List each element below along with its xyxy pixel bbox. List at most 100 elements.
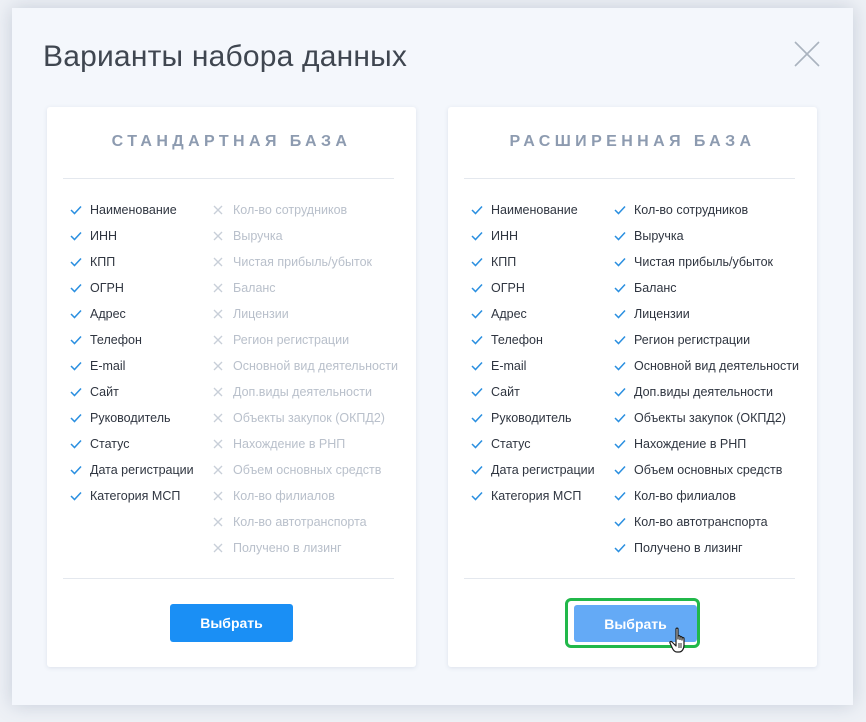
card-title: РАСШИРЕННАЯ БАЗА	[509, 133, 756, 150]
cross-icon	[213, 254, 233, 270]
feature-label: E-mail	[491, 359, 527, 373]
feature-item: Наименование	[471, 202, 595, 228]
check-icon	[614, 514, 634, 530]
feature-label: Доп.виды деятельности	[233, 385, 372, 399]
feature-label: ИНН	[90, 229, 118, 243]
check-icon	[471, 410, 491, 426]
feature-label: Кол-во автотранспорта	[634, 515, 768, 529]
check-icon	[614, 384, 634, 400]
check-icon	[614, 358, 634, 374]
feature-label: Получено в лизинг	[634, 541, 743, 555]
feature-label: Выручка	[233, 229, 283, 243]
feature-item: Кол-во филиалов	[614, 488, 799, 514]
feature-item: Сайт	[471, 384, 595, 410]
check-icon	[70, 202, 90, 218]
cross-icon	[213, 514, 233, 530]
feature-item: Объем основных средств	[614, 462, 799, 488]
feature-item: Объекты закупок (ОКПД2)	[614, 410, 799, 436]
feature-item: Сайт	[70, 384, 194, 410]
check-icon	[70, 462, 90, 478]
feature-list-basic: Наименование ИНН КПП ОГРН Адрес Телефон E-mail…	[471, 202, 595, 514]
check-icon	[614, 202, 634, 218]
feature-label: Адрес	[90, 307, 126, 321]
feature-label: Категория МСП	[491, 489, 582, 503]
feature-label: Баланс	[233, 281, 276, 295]
cross-icon	[213, 306, 233, 322]
feature-label: Доп.виды деятельности	[634, 385, 773, 399]
extended-base-card: РАСШИРЕННАЯ БАЗА Наименование ИНН КПП ОГРН А…	[448, 107, 817, 667]
check-icon	[471, 488, 491, 504]
feature-list-basic: Наименование ИНН КПП ОГРН Адрес Телефон E-mail…	[70, 202, 194, 514]
feature-item: Кол-во автотранспорта	[614, 514, 799, 540]
feature-label: Выручка	[634, 229, 684, 243]
feature-item: Статус	[471, 436, 595, 462]
feature-item: Лицензии	[213, 306, 398, 332]
feature-item: Категория МСП	[70, 488, 194, 514]
close-icon	[794, 41, 820, 67]
feature-item: Телефон	[471, 332, 595, 358]
feature-item: Кол-во сотрудников	[614, 202, 799, 228]
feature-item: Доп.виды деятельности	[614, 384, 799, 410]
feature-item: Основной вид деятельности	[614, 358, 799, 384]
feature-item: Нахождение в РНП	[213, 436, 398, 462]
cross-icon	[213, 332, 233, 348]
feature-item: Руководитель	[70, 410, 194, 436]
cross-icon	[213, 410, 233, 426]
feature-item: Категория МСП	[471, 488, 595, 514]
cross-icon	[213, 358, 233, 374]
feature-item: Руководитель	[471, 410, 595, 436]
cross-icon	[213, 202, 233, 218]
check-icon	[614, 254, 634, 270]
feature-label: Телефон	[90, 333, 142, 347]
close-button[interactable]	[791, 38, 823, 70]
cross-icon	[213, 436, 233, 452]
check-icon	[70, 280, 90, 296]
card-title: СТАНДАРТНАЯ БАЗА	[111, 133, 352, 150]
check-icon	[70, 332, 90, 348]
feature-item: ИНН	[70, 228, 194, 254]
feature-item: Кол-во сотрудников	[213, 202, 398, 228]
standard-base-card: СТАНДАРТНАЯ БАЗА Наименование ИНН КПП ОГРН А…	[47, 107, 416, 667]
feature-item: Дата регистрации	[70, 462, 194, 488]
feature-label: Руководитель	[491, 411, 572, 425]
check-icon	[70, 436, 90, 452]
feature-item: Регион регистрации	[213, 332, 398, 358]
feature-label: КПП	[491, 255, 517, 269]
feature-item: Получено в лизинг	[614, 540, 799, 566]
check-icon	[471, 436, 491, 452]
check-icon	[70, 410, 90, 426]
feature-label: Чистая прибыль/убыток	[233, 255, 373, 269]
feature-label: Кол-во автотранспорта	[233, 515, 367, 529]
feature-item: Адрес	[471, 306, 595, 332]
feature-item: E-mail	[471, 358, 595, 384]
feature-item: ОГРН	[471, 280, 595, 306]
feature-label: Статус	[491, 437, 531, 451]
cross-icon	[213, 384, 233, 400]
feature-label: Дата регистрации	[90, 463, 194, 477]
check-icon	[471, 228, 491, 244]
check-icon	[70, 228, 90, 244]
divider	[63, 178, 394, 179]
cross-icon	[213, 462, 233, 478]
check-icon	[471, 462, 491, 478]
feature-label: Дата регистрации	[491, 463, 595, 477]
feature-label: Кол-во сотрудников	[634, 203, 749, 217]
check-icon	[70, 254, 90, 270]
feature-item: Кол-во филиалов	[213, 488, 398, 514]
feature-item: E-mail	[70, 358, 194, 384]
feature-item: Регион регистрации	[614, 332, 799, 358]
check-icon	[614, 540, 634, 556]
feature-label: КПП	[90, 255, 116, 269]
feature-label: Телефон	[491, 333, 543, 347]
check-icon	[471, 384, 491, 400]
feature-label: ОГРН	[491, 281, 525, 295]
select-standard-button[interactable]: Выбрать	[170, 604, 293, 642]
modal-title: Варианты набора данных	[43, 40, 408, 73]
feature-item: Баланс	[614, 280, 799, 306]
feature-list-extended: Кол-во сотрудников Выручка Чистая прибыль/…	[213, 202, 398, 566]
feature-label: Объем основных средств	[634, 463, 783, 477]
feature-item: Выручка	[213, 228, 398, 254]
feature-item: Получено в лизинг	[213, 540, 398, 566]
feature-list-extended: Кол-во сотрудников Выручка Чистая прибыль/…	[614, 202, 799, 566]
cross-icon	[213, 280, 233, 296]
